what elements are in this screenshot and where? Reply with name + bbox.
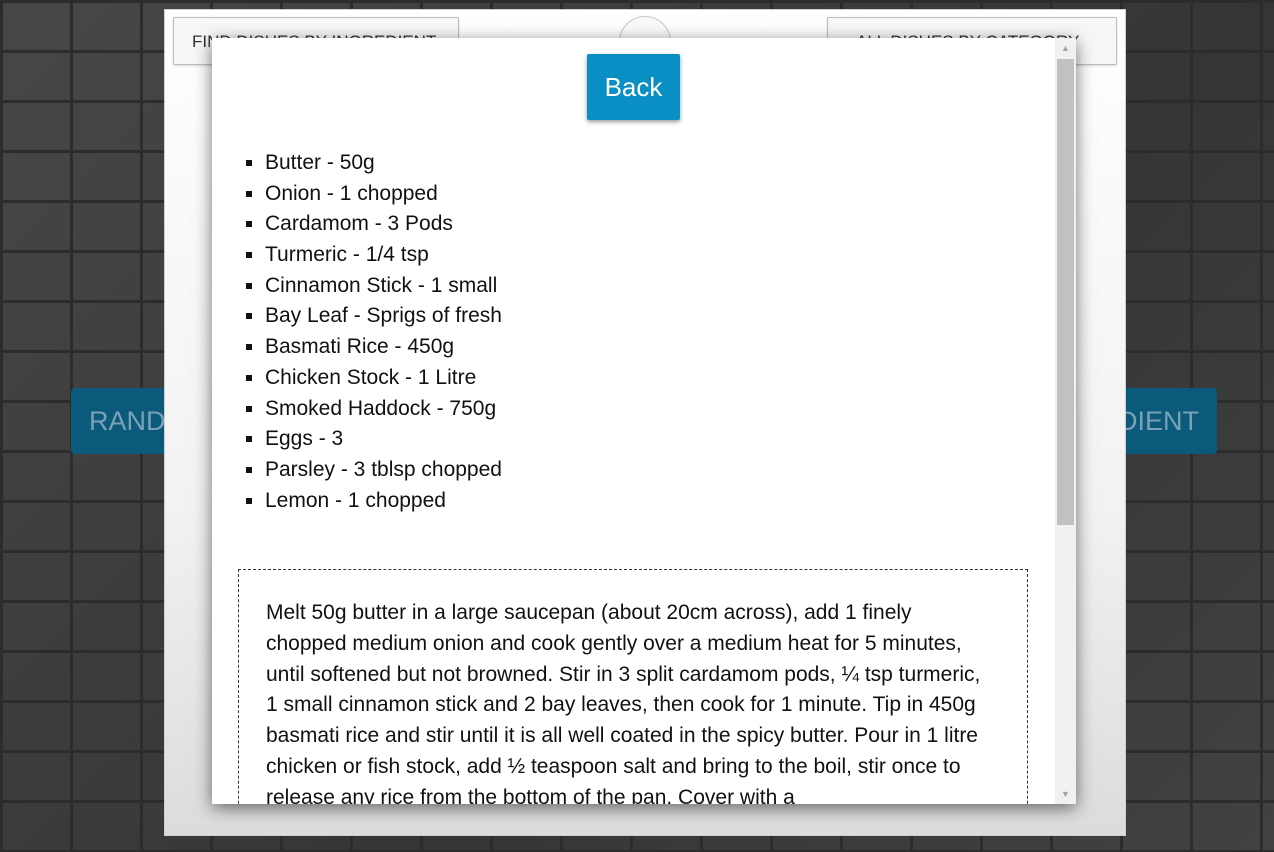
recipe-modal: Back Butter - 50g Onion - 1 chopped Card…	[212, 38, 1076, 804]
ingredient-item: Basmati Rice - 450g	[246, 332, 502, 363]
ingredient-item: Smoked Haddock - 750g	[246, 394, 502, 425]
ingredient-item: Parsley - 3 tblsp chopped	[246, 455, 502, 486]
modal-scrollbar[interactable]: ▲ ▼	[1055, 38, 1076, 804]
ingredient-item: Lemon - 1 chopped	[246, 486, 502, 517]
instructions-text: Melt 50g butter in a large saucepan (abo…	[238, 569, 1028, 804]
scroll-up-arrow-icon[interactable]: ▲	[1055, 40, 1076, 57]
recipe-modal-content: Back Butter - 50g Onion - 1 chopped Card…	[212, 38, 1055, 804]
ingredient-item: Butter - 50g	[246, 148, 502, 179]
ingredient-item: Eggs - 3	[246, 424, 502, 455]
ingredient-item: Onion - 1 chopped	[246, 179, 502, 210]
back-button[interactable]: Back	[587, 54, 680, 120]
ingredient-item: Turmeric - 1/4 tsp	[246, 240, 502, 271]
ingredient-item: Cinnamon Stick - 1 small	[246, 271, 502, 302]
ingredient-item: Cardamom - 3 Pods	[246, 209, 502, 240]
scroll-down-arrow-icon[interactable]: ▼	[1055, 786, 1076, 803]
ingredients-list: Butter - 50g Onion - 1 chopped Cardamom …	[246, 148, 502, 516]
ingredient-item: Bay Leaf - Sprigs of fresh	[246, 301, 502, 332]
scrollbar-thumb[interactable]	[1057, 59, 1074, 525]
find-by-ingredient-label: DIENT	[1118, 406, 1199, 436]
ingredient-item: Chicken Stock - 1 Litre	[246, 363, 502, 394]
